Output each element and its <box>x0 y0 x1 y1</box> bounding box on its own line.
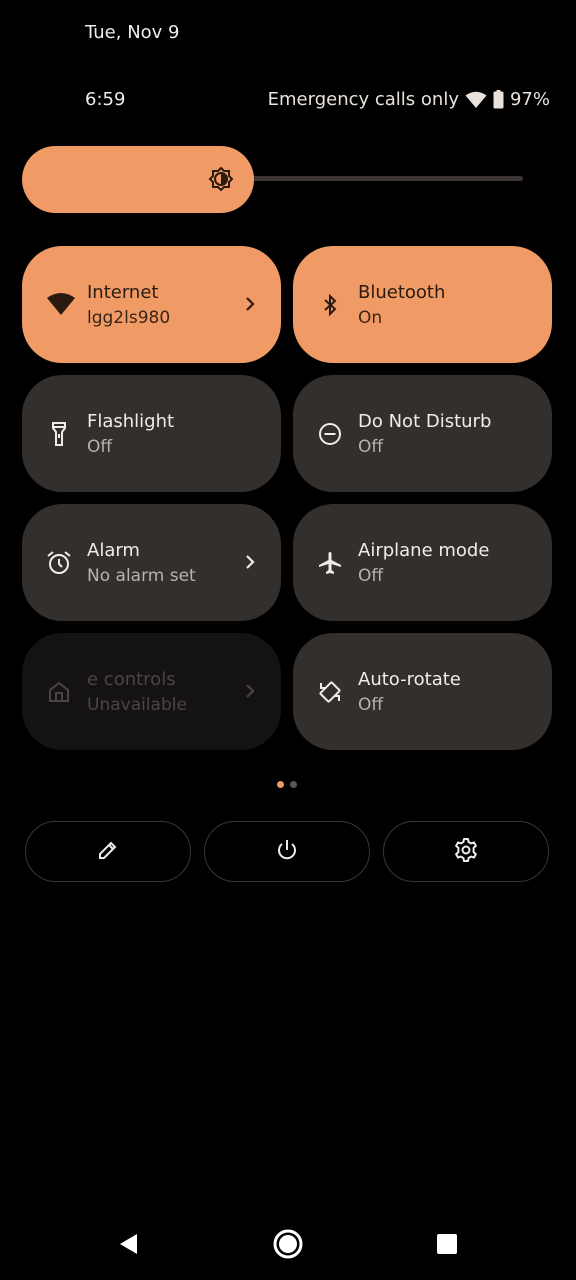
tile-label: Airplane mode <box>358 540 490 561</box>
status-icons: Emergency calls only 97% <box>268 89 550 110</box>
tile-alarm[interactable]: Alarm No alarm set <box>22 504 281 621</box>
page-dot-active <box>277 781 284 788</box>
tile-label: Auto-rotate <box>358 669 461 690</box>
page-dot <box>290 781 297 788</box>
tile-status: Off <box>358 566 384 586</box>
tile-airplane-mode[interactable]: Airplane mode Off <box>293 504 552 621</box>
page-indicator <box>277 781 297 788</box>
clock-text: 6:59 <box>85 89 126 110</box>
do-not-disturb-icon <box>317 421 343 447</box>
flashlight-icon <box>46 421 72 447</box>
home-button[interactable] <box>270 1228 306 1264</box>
tile-status: lgg2ls980 <box>87 308 171 328</box>
tile-auto-rotate[interactable]: Auto-rotate Off <box>293 633 552 750</box>
airplane-icon <box>317 550 343 576</box>
home-circle-icon <box>272 1228 304 1264</box>
tile-internet[interactable]: Internet lgg2ls980 <box>22 246 281 363</box>
edit-icon <box>96 838 120 866</box>
tile-status: Unavailable <box>87 695 187 715</box>
auto-rotate-icon <box>317 679 343 705</box>
date-text: Tue, Nov 9 <box>85 22 180 43</box>
bluetooth-icon <box>317 292 343 318</box>
tile-do-not-disturb[interactable]: Do Not Disturb Off <box>293 375 552 492</box>
tile-flashlight[interactable]: Flashlight Off <box>22 375 281 492</box>
tile-status: Off <box>358 695 384 715</box>
tile-device-controls[interactable]: e controls Unavailable <box>22 633 281 750</box>
recents-button[interactable] <box>429 1228 465 1264</box>
wifi-icon <box>46 292 75 318</box>
home-icon <box>46 679 72 705</box>
chevron-right-icon[interactable] <box>243 681 257 701</box>
settings-icon <box>453 837 479 867</box>
tile-label: Flashlight <box>87 411 175 432</box>
settings-button[interactable] <box>383 821 549 882</box>
tile-status: Off <box>87 437 113 457</box>
back-button[interactable] <box>110 1228 146 1264</box>
tile-label: e controls <box>87 669 176 690</box>
power-icon <box>275 838 299 866</box>
tile-label: Bluetooth <box>358 282 446 303</box>
battery-percent-text: 97% <box>509 89 550 110</box>
tile-status: No alarm set <box>87 566 196 586</box>
alarm-icon <box>46 550 72 576</box>
tile-status: On <box>358 308 383 328</box>
chevron-right-icon[interactable] <box>243 552 257 572</box>
carrier-text: Emergency calls only <box>267 89 459 110</box>
power-button[interactable] <box>204 821 370 882</box>
tile-bluetooth[interactable]: Bluetooth On <box>293 246 552 363</box>
edit-button[interactable] <box>25 821 191 882</box>
tile-label: Internet <box>87 282 159 303</box>
tile-status: Off <box>358 437 384 457</box>
chevron-right-icon[interactable] <box>243 294 257 314</box>
recents-square-icon <box>436 1233 458 1259</box>
tile-label: Alarm <box>87 540 140 561</box>
wifi-status-icon <box>465 91 487 109</box>
brightness-slider-track[interactable] <box>252 176 523 181</box>
back-triangle-icon <box>117 1232 139 1260</box>
tile-label: Do Not Disturb <box>358 411 492 432</box>
brightness-icon <box>208 166 234 192</box>
battery-icon <box>493 90 504 109</box>
